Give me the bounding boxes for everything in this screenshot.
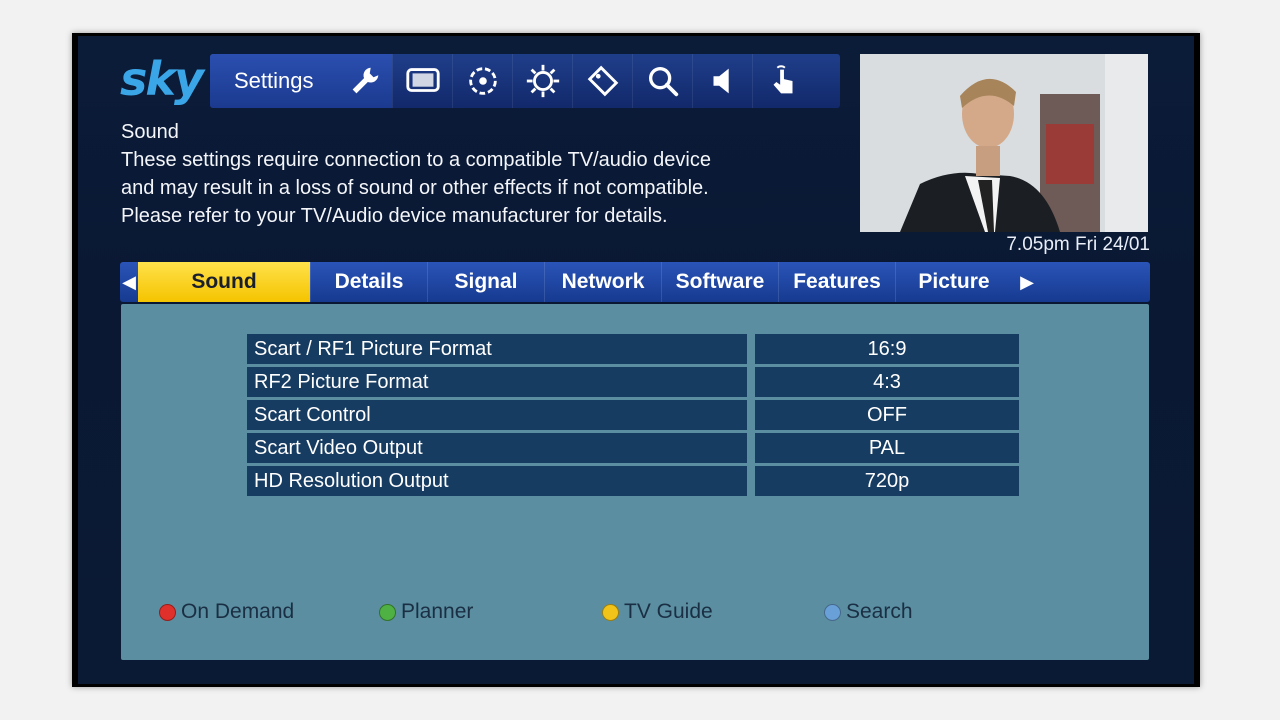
live-tv-preview: [860, 54, 1148, 232]
search-icon: [648, 66, 678, 97]
menu-sound[interactable]: [692, 54, 752, 108]
tv-icon: [405, 68, 440, 92]
gear-icon: [526, 64, 559, 98]
setting-label: Scart Control: [247, 400, 747, 430]
description-line: Please refer to your TV/Audio device man…: [121, 205, 668, 227]
legend-planner[interactable]: Planner: [379, 600, 473, 624]
description-line: These settings require connection to a c…: [121, 149, 711, 171]
setting-value[interactable]: PAL: [755, 433, 1019, 463]
tabs-scroll-right[interactable]: ▶: [1012, 262, 1042, 302]
preview-picture: [860, 54, 1148, 232]
legend-label: TV Guide: [624, 600, 713, 623]
menu-target[interactable]: [452, 54, 512, 108]
legend-tv-guide[interactable]: TV Guide: [602, 600, 713, 624]
sky-logo: sky: [120, 52, 204, 106]
caret-left-icon: ◀: [122, 271, 136, 293]
tab-sound[interactable]: Sound: [138, 262, 310, 302]
setting-label: Scart Video Output: [247, 433, 747, 463]
setting-row[interactable]: HD Resolution Output 720p: [247, 466, 1019, 496]
tab-signal[interactable]: Signal: [427, 262, 544, 302]
setting-row[interactable]: RF2 Picture Format 4:3: [247, 367, 1019, 397]
menu-gear[interactable]: [512, 54, 572, 108]
red-button-icon: [159, 603, 176, 621]
green-button-icon: [379, 603, 396, 621]
setting-value[interactable]: OFF: [755, 400, 1019, 430]
setting-row[interactable]: Scart Control OFF: [247, 400, 1019, 430]
speaker-icon: [713, 68, 729, 94]
settings-menu-label: Settings: [234, 68, 314, 93]
setting-value[interactable]: 720p: [755, 466, 1019, 496]
description-line: and may result in a loss of sound or oth…: [121, 177, 709, 199]
tab-features[interactable]: Features: [778, 262, 895, 302]
menu-search[interactable]: [632, 54, 692, 108]
legend-on-demand[interactable]: On Demand: [159, 600, 294, 624]
tab-picture[interactable]: Picture: [895, 262, 1012, 302]
setting-label: RF2 Picture Format: [247, 367, 747, 397]
setting-value[interactable]: 16:9: [755, 334, 1019, 364]
color-button-legend: On Demand Planner TV Guide Search: [159, 600, 1109, 630]
legend-label: Search: [846, 600, 913, 623]
settings-panel: Scart / RF1 Picture Format 16:9 RF2 Pict…: [121, 304, 1149, 660]
wrench-icon: [352, 67, 379, 94]
settings-list: Scart / RF1 Picture Format 16:9 RF2 Pict…: [247, 334, 1019, 499]
settings-tabs: ◀ Sound Details Signal Network Software …: [120, 262, 1150, 302]
touch-icon: [773, 65, 792, 94]
yellow-button-icon: [602, 603, 619, 621]
caret-right-icon: ▶: [1020, 271, 1034, 293]
section-description: Sound These settings require connection …: [121, 118, 841, 230]
legend-label: Planner: [401, 600, 474, 623]
section-title: Sound: [121, 121, 179, 143]
setting-label: HD Resolution Output: [247, 466, 747, 496]
blue-button-icon: [824, 603, 841, 621]
tabs-scroll-left[interactable]: ◀: [120, 262, 138, 302]
tab-details[interactable]: Details: [310, 262, 427, 302]
tab-software[interactable]: Software: [661, 262, 778, 302]
menu-tv[interactable]: [392, 54, 452, 108]
menu-touch[interactable]: [752, 54, 812, 108]
clock-readout: 7.05pm Fri 24/01: [1006, 234, 1150, 255]
tab-network[interactable]: Network: [544, 262, 661, 302]
top-menu-bar: Settings: [210, 54, 840, 108]
legend-label: On Demand: [181, 600, 295, 623]
target-icon: [468, 67, 497, 95]
setting-row[interactable]: Scart / RF1 Picture Format 16:9: [247, 334, 1019, 364]
settings-menu-button[interactable]: Settings: [210, 54, 392, 108]
setting-label: Scart / RF1 Picture Format: [247, 334, 747, 364]
legend-search[interactable]: Search: [824, 600, 913, 624]
tv-screen: sky Settings 7.05pm Fri 24/01 Sound Thes…: [78, 36, 1194, 684]
tag-icon: [587, 65, 618, 97]
setting-row[interactable]: Scart Video Output PAL: [247, 433, 1019, 463]
menu-tag[interactable]: [572, 54, 632, 108]
setting-value[interactable]: 4:3: [755, 367, 1019, 397]
